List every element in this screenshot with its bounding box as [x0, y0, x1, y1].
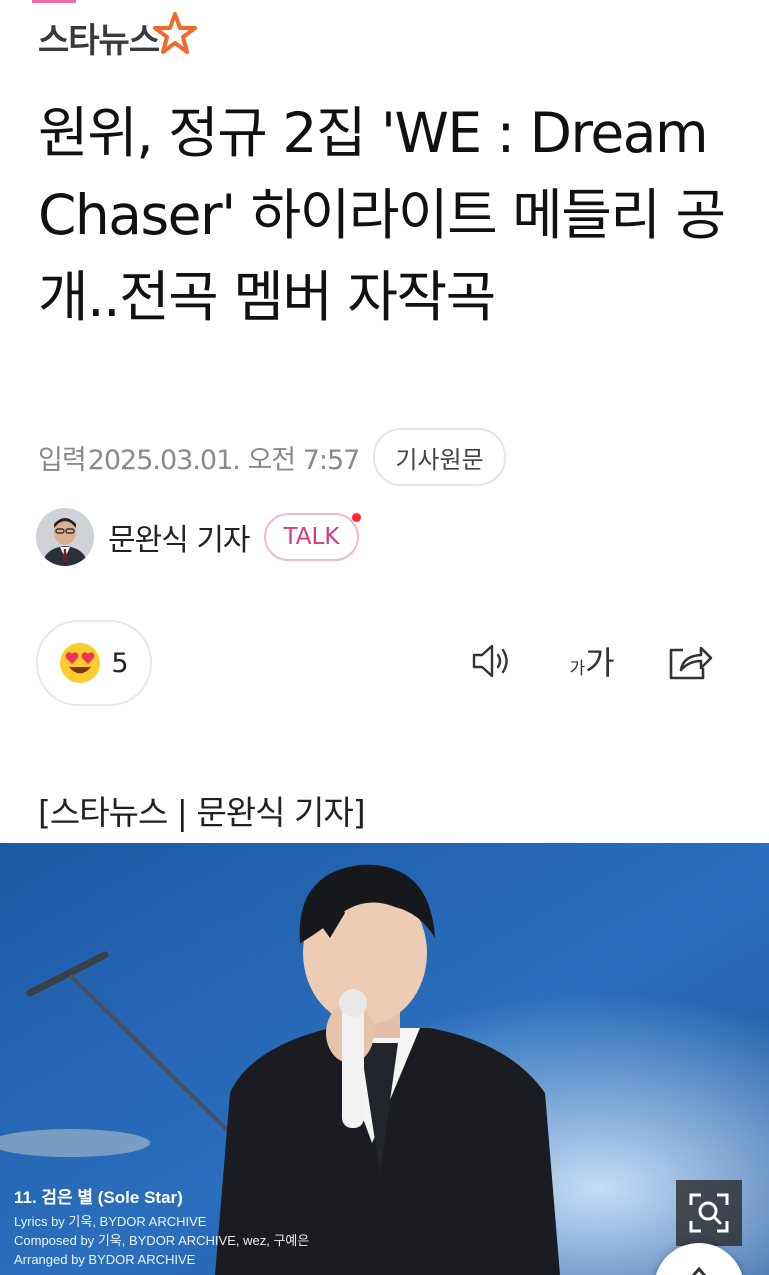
zoom-search-icon [689, 1193, 729, 1233]
caption-title: 11. 검은 별 (Sole Star) [14, 1188, 183, 1207]
speaker-icon [472, 644, 508, 678]
article-headline: 원위, 정규 2집 'WE : Dream Chaser' 하이라이트 메들리 … [38, 101, 726, 329]
caption-line: Composed by 기욱, BYDOR ARCHIVE, wez, 구예은 [14, 1233, 310, 1248]
original-article-button[interactable]: 기사원문 [373, 428, 506, 486]
talk-label: TALK [283, 524, 340, 550]
logo-text: 스타뉴스 [38, 20, 160, 61]
reporter-name[interactable]: 문완식 기자 [108, 515, 251, 559]
notification-dot [352, 513, 362, 522]
publish-datetime: 2025.03.01. 오전 7:57 [87, 444, 361, 476]
site-logo[interactable]: 스타뉴스 [38, 12, 198, 62]
share-icon [669, 646, 713, 680]
reporter-avatar[interactable] [36, 508, 94, 566]
image-zoom-button[interactable] [676, 1180, 742, 1246]
top-accent-bar [32, 0, 76, 3]
reaction-button[interactable]: 5 [36, 620, 152, 706]
share-button[interactable] [662, 636, 716, 686]
star-icon [153, 12, 198, 54]
reaction-count: 5 [111, 647, 129, 679]
font-size-small-label: 가 [569, 658, 586, 679]
input-label: 입력 [38, 444, 87, 476]
article-byline: [스타뉴스 | 문완식 기자] [38, 793, 366, 832]
reporter-info: 문완식 기자 TALK [36, 508, 362, 566]
font-size-large-label: 가 [585, 644, 615, 682]
listen-button[interactable] [466, 636, 518, 686]
scroll-top-button[interactable] [654, 1243, 744, 1275]
caption-line: Arranged by BYDOR ARCHIVE [14, 1252, 196, 1267]
avatar-image [36, 508, 94, 566]
chevron-up-icon [691, 1266, 707, 1275]
heart-eyes-emoji-icon [60, 643, 101, 683]
caption-line: Lyrics by 기욱, BYDOR ARCHIVE [14, 1214, 207, 1229]
article-meta: 입력 2025.03.01. 오전 7:57 기사원문 [38, 428, 506, 486]
font-size-button[interactable]: 가 가 [562, 636, 622, 686]
photo-caption: 11. 검은 별 (Sole Star) Lyrics by 기욱, BYDOR… [14, 1183, 309, 1269]
article-photo[interactable]: 11. 검은 별 (Sole Star) Lyrics by 기욱, BYDOR… [0, 843, 769, 1275]
talk-button[interactable]: TALK [263, 513, 362, 561]
